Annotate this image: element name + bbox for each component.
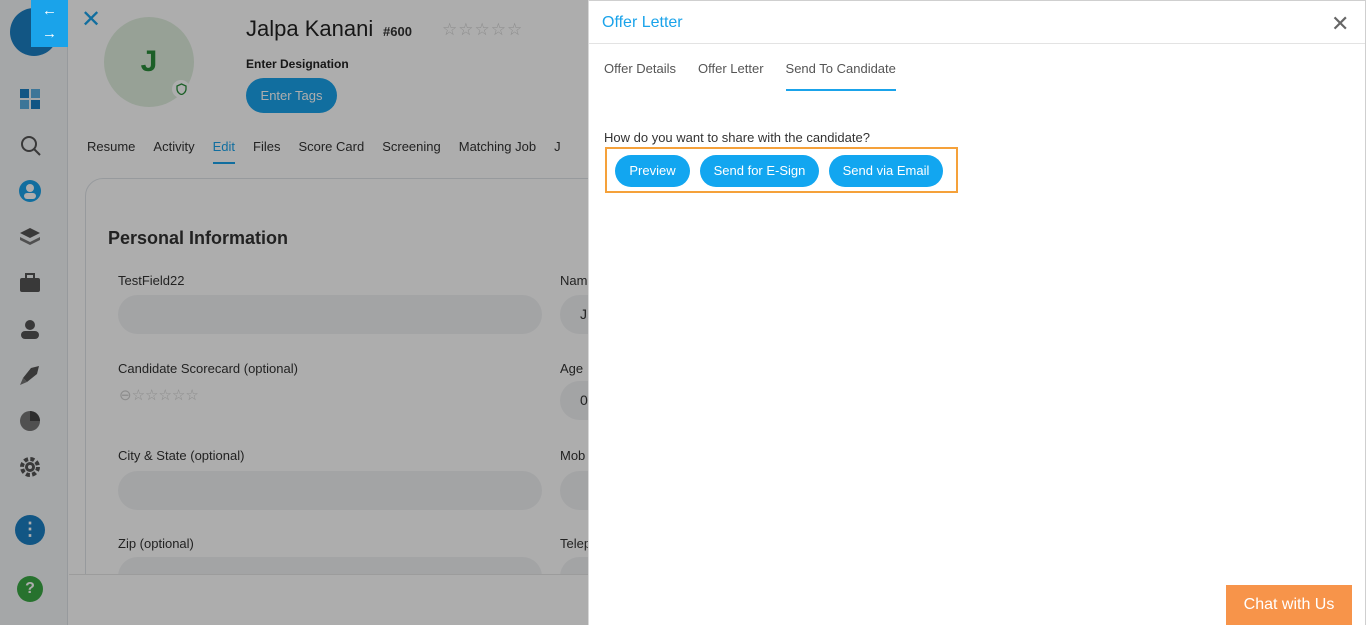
modal-overlay[interactable] [0,0,588,625]
panel-header: Offer Letter ✕ [589,1,1365,44]
share-question: How do you want to share with the candid… [604,130,870,145]
chat-with-us-button[interactable]: Chat with Us [1226,585,1352,625]
share-options-group: Preview Send for E-Sign Send via Email [605,147,958,193]
close-icon[interactable]: ✕ [1331,13,1349,35]
tab-offer-letter[interactable]: Offer Letter [698,61,764,91]
tab-offer-details[interactable]: Offer Details [604,61,676,91]
preview-button[interactable]: Preview [615,155,690,187]
nav-arrows[interactable]: ← → [31,0,68,47]
offer-letter-panel: Offer Letter ✕ Offer Details Offer Lette… [588,0,1366,625]
tab-send-to-candidate[interactable]: Send To Candidate [785,61,896,91]
send-for-esign-button[interactable]: Send for E-Sign [700,155,819,187]
panel-title: Offer Letter [602,14,683,31]
send-via-email-button[interactable]: Send via Email [829,155,943,187]
arrow-right-icon[interactable]: → [31,23,68,46]
arrow-left-icon[interactable]: ← [31,0,68,23]
panel-tabs: Offer Details Offer Letter Send To Candi… [604,61,918,91]
